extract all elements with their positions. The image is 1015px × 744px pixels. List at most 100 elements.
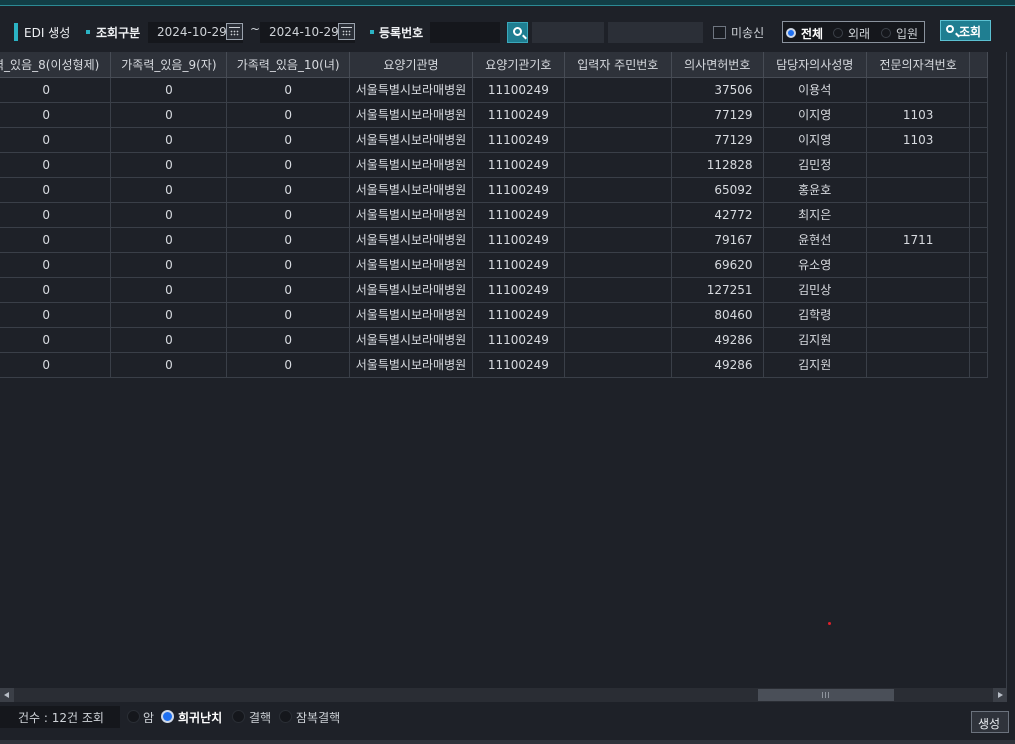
horizontal-scrollbar[interactable]: [0, 688, 1007, 702]
visit-type-radio-group: 전체 외래 입원: [782, 21, 925, 43]
query-button[interactable]: 조회: [940, 20, 991, 41]
radio-rare-disease-label: 희귀난치: [178, 711, 223, 725]
table-row[interactable]: 0 0 0 서울특별시보라매병원 11100249 80460 김학령: [0, 302, 988, 328]
table-cell: 0: [226, 352, 350, 378]
table-cell: 0: [110, 102, 228, 128]
scroll-thumb[interactable]: [758, 689, 894, 701]
column-header[interactable]: 가족력_있음_9(자): [110, 52, 228, 78]
table-row[interactable]: 0 0 0 서울특별시보라매병원 11100249 112828 김민정: [0, 152, 988, 178]
table-cell: [866, 202, 971, 228]
table-cell: [969, 252, 988, 278]
table-cell: 0: [226, 302, 350, 328]
unsent-checkbox[interactable]: [713, 26, 726, 39]
table-cell: [866, 252, 971, 278]
table-cell: 0: [110, 152, 228, 178]
table-cell: 1103: [866, 127, 971, 153]
radio-inpatient[interactable]: [881, 28, 891, 38]
radio-outpatient[interactable]: [833, 28, 843, 38]
table-row[interactable]: 0 0 0 서울특별시보라매병원 11100249 65092 홍윤호: [0, 177, 988, 203]
column-header[interactable]: 요양기관기호: [472, 52, 565, 78]
query-type-label: 조회구분: [96, 26, 141, 40]
table-cell: 김지원: [763, 327, 867, 353]
calendar-icon[interactable]: [226, 23, 243, 40]
table-cell: 0: [0, 77, 112, 103]
table-cell: [564, 152, 673, 178]
table-cell: 11100249: [472, 177, 565, 203]
table-cell: [564, 327, 673, 353]
table-cell: [866, 352, 971, 378]
calendar-icon[interactable]: [338, 23, 355, 40]
radio-latent-tb[interactable]: [279, 710, 292, 723]
table-cell: 0: [110, 227, 228, 253]
table-cell: 0: [226, 202, 350, 228]
table-cell: 49286: [671, 352, 764, 378]
table-cell: 0: [226, 152, 350, 178]
unsent-label: 미송신: [731, 26, 765, 40]
radio-tb[interactable]: [232, 710, 245, 723]
table-cell: [969, 127, 988, 153]
column-header[interactable]: 력_있음_8(이성형제): [0, 52, 112, 78]
table-cell: [969, 77, 988, 103]
table-cell: [564, 252, 673, 278]
reg-no-input[interactable]: [430, 22, 500, 43]
radio-inpatient-label: 입원: [896, 27, 919, 41]
table-cell: 서울특별시보라매병원: [349, 77, 474, 103]
table-cell: 서울특별시보라매병원: [349, 127, 474, 153]
table-cell: [866, 327, 971, 353]
table-cell: 11100249: [472, 277, 565, 303]
table-cell: 0: [226, 127, 350, 153]
table-row[interactable]: 0 0 0 서울특별시보라매병원 11100249 77129 이지영 1103: [0, 102, 988, 128]
table-header-row: 력_있음_8(이성형제) 가족력_있음_9(자) 가족력_있음_10(녀) 요양…: [0, 52, 988, 78]
table-row[interactable]: 0 0 0 서울특별시보라매병원 11100249 79167 윤현선 1711: [0, 227, 988, 253]
table-cell: 127251: [671, 277, 764, 303]
table-cell: 0: [0, 277, 112, 303]
table-row[interactable]: 0 0 0 서울특별시보라매병원 11100249 42772 최지은: [0, 202, 988, 228]
radio-rare-disease[interactable]: [161, 710, 174, 723]
table-cell: 11100249: [472, 302, 565, 328]
column-header[interactable]: 입력자 주민번호: [564, 52, 673, 78]
table-cell: [564, 202, 673, 228]
table-cell: 77129: [671, 127, 764, 153]
scroll-left-icon[interactable]: [0, 688, 14, 702]
table-cell: 서울특별시보라매병원: [349, 227, 474, 253]
table-cell: 80460: [671, 302, 764, 328]
radio-all-label: 전체: [801, 27, 824, 41]
column-header[interactable]: 가족력_있음_10(녀): [226, 52, 350, 78]
table-cell: [866, 302, 971, 328]
table-cell: 서울특별시보라매병원: [349, 202, 474, 228]
table-cell: 0: [226, 277, 350, 303]
table-cell: 이지영: [763, 102, 867, 128]
table-cell: [866, 177, 971, 203]
generate-button[interactable]: 생성: [971, 711, 1009, 733]
table-row[interactable]: 0 0 0 서울특별시보라매병원 11100249 49286 김지원: [0, 352, 988, 378]
table-row[interactable]: 0 0 0 서울특별시보라매병원 11100249 49286 김지원: [0, 327, 988, 353]
bottom-border: [0, 740, 1015, 744]
column-header[interactable]: 요양기관명: [349, 52, 474, 78]
table-cell: 윤현선: [763, 227, 867, 253]
column-header[interactable]: 의사면허번호: [671, 52, 764, 78]
scroll-right-icon[interactable]: [993, 688, 1007, 702]
radio-all[interactable]: [786, 28, 796, 38]
table-cell: 0: [0, 202, 112, 228]
table-cell: 서울특별시보라매병원: [349, 277, 474, 303]
table-cell: [564, 277, 673, 303]
table-cell: 0: [0, 152, 112, 178]
table-cell: [969, 327, 988, 353]
table-cell: [866, 277, 971, 303]
table-row[interactable]: 0 0 0 서울특별시보라매병원 11100249 37506 이용석: [0, 77, 988, 103]
patient-search-button[interactable]: [507, 22, 528, 43]
table-row[interactable]: 0 0 0 서울특별시보라매병원 11100249 69620 유소영: [0, 252, 988, 278]
search-icon: [946, 25, 954, 33]
table-cell: [969, 302, 988, 328]
column-header[interactable]: 전문의자격번호: [866, 52, 971, 78]
table-row[interactable]: 0 0 0 서울특별시보라매병원 11100249 77129 이지영 1103: [0, 127, 988, 153]
table-row[interactable]: 0 0 0 서울특별시보라매병원 11100249 127251 김민상: [0, 277, 988, 303]
radio-cancer[interactable]: [127, 710, 140, 723]
column-header[interactable]: 담당자의사성명: [763, 52, 867, 78]
table-cell: 서울특별시보라매병원: [349, 177, 474, 203]
table-cell: 0: [110, 302, 228, 328]
table-cell: 김민정: [763, 152, 867, 178]
bullet-icon: [370, 30, 374, 34]
table-cell: 0: [226, 327, 350, 353]
table-body: 0 0 0 서울특별시보라매병원 11100249 37506 이용석 0 0 0 서울특별시보라매…: [0, 77, 988, 378]
